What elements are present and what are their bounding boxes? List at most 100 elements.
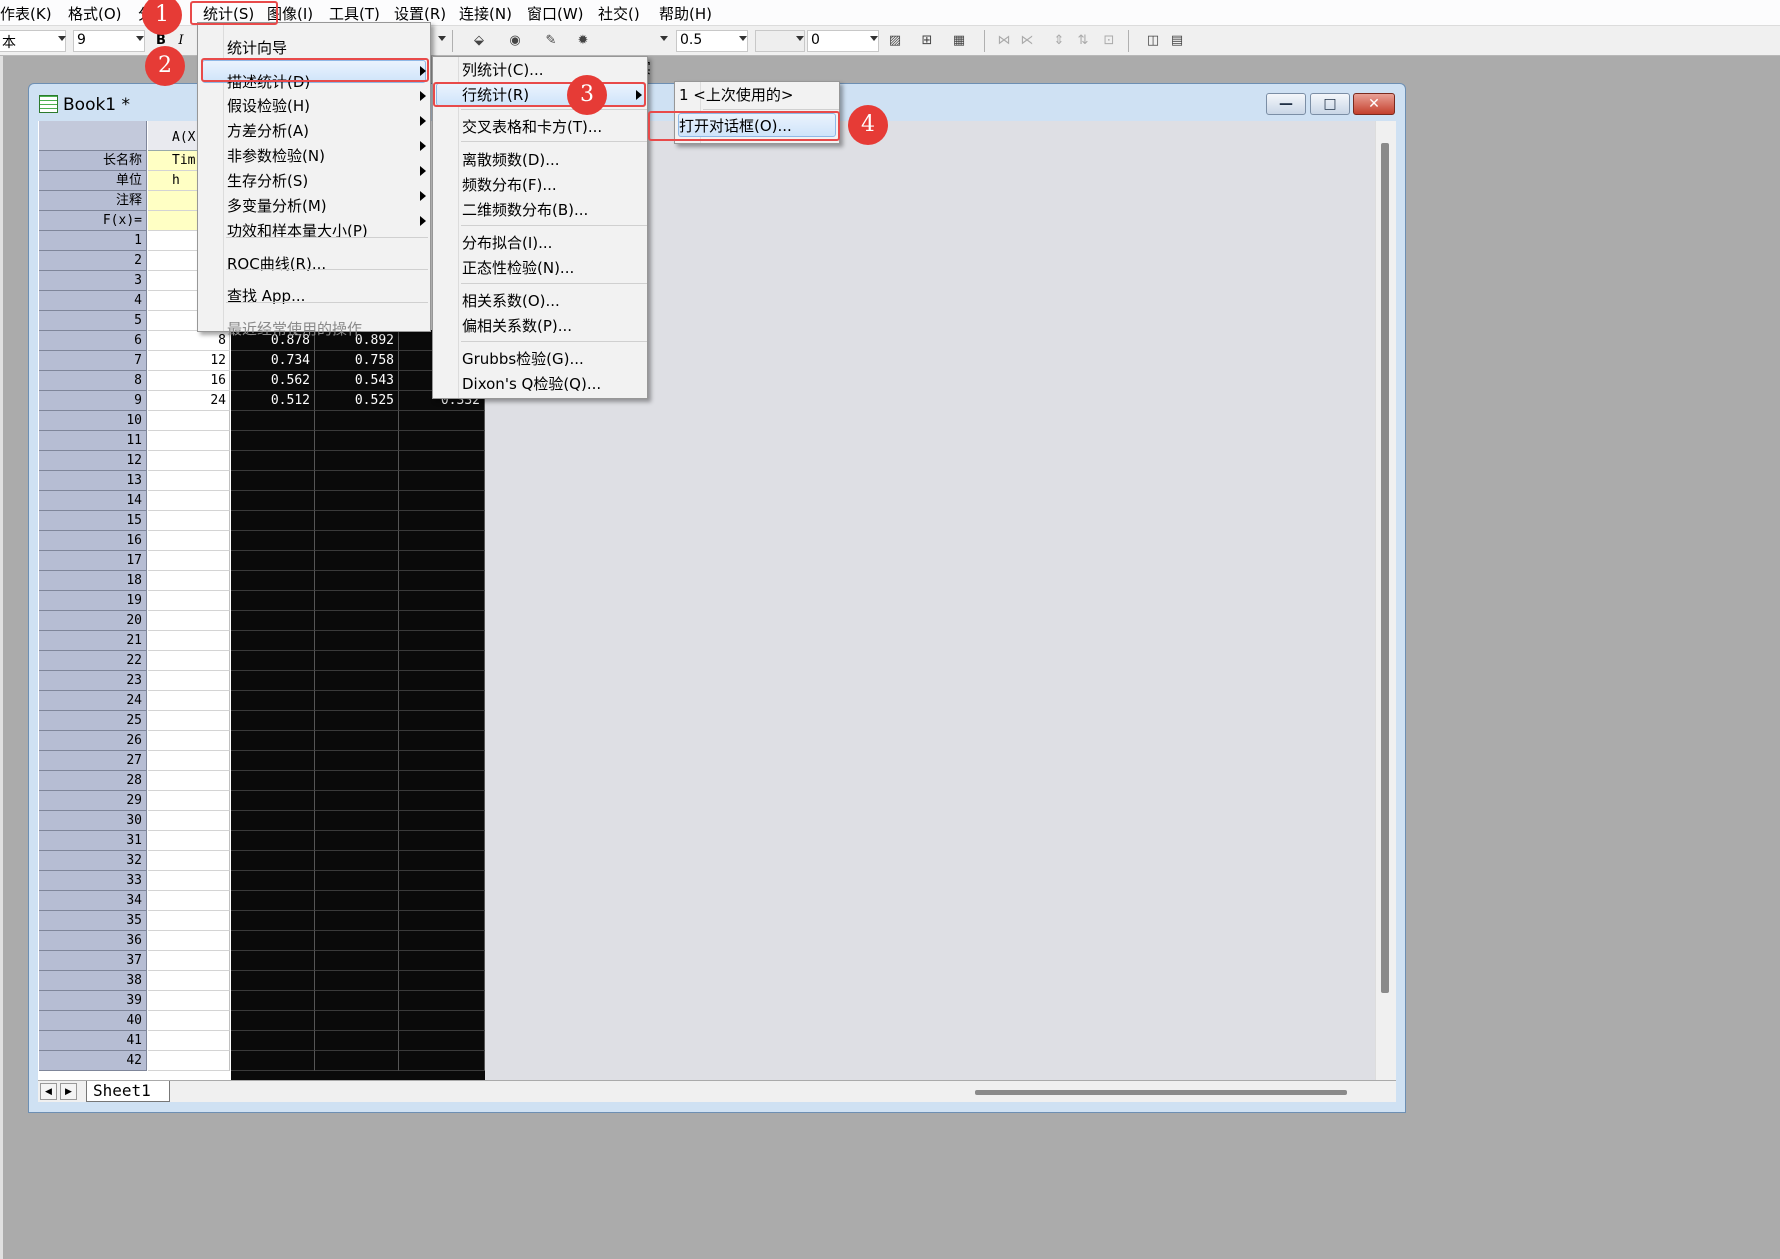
selected-cell[interactable] [399, 591, 485, 611]
selected-cell[interactable] [399, 531, 485, 551]
chevron-down-icon[interactable] [870, 36, 878, 41]
selected-cell[interactable] [399, 1051, 485, 1071]
selected-cell[interactable] [231, 671, 315, 691]
row-header[interactable]: 9 [39, 391, 147, 411]
selected-cell[interactable] [231, 551, 315, 571]
row-header[interactable]: 1 [39, 231, 147, 251]
row-header[interactable]: 22 [39, 651, 147, 671]
row-header[interactable]: 42 [39, 1051, 147, 1071]
meta-row-label[interactable]: 长名称 [39, 151, 147, 171]
selected-cell[interactable] [315, 451, 399, 471]
table-cell[interactable] [148, 991, 230, 1011]
meta-row-label[interactable]: 注释 [39, 191, 147, 211]
table-cell[interactable] [148, 451, 230, 471]
menu-item-stat-wizard[interactable]: 统计向导 [198, 37, 287, 59]
table-cell[interactable] [148, 811, 230, 831]
menu-item-dixon-q[interactable]: Dixon's Q检验(Q)... [433, 373, 601, 395]
menu-item-normality-test[interactable]: 正态性检验(N)... [433, 257, 574, 279]
table-icon[interactable]: ▦ [950, 32, 968, 50]
table-cell[interactable] [148, 1011, 230, 1031]
table-cell[interactable] [148, 971, 230, 991]
selected-cell[interactable] [399, 871, 485, 891]
menu-item-roc[interactable]: ROC曲线(R)... [198, 253, 326, 275]
selected-cell[interactable] [399, 951, 485, 971]
merge-icon[interactable]: ⋈ [995, 32, 1013, 50]
selected-cell[interactable] [231, 871, 315, 891]
vertical-scroll-thumb[interactable] [1381, 143, 1389, 993]
menu-item-discrete-freq[interactable]: 离散频数(D)... [433, 149, 560, 171]
selected-cell[interactable] [315, 1051, 399, 1071]
menu-tools[interactable]: 工具(T) [325, 3, 384, 24]
lock-icon[interactable]: ⊡ [1100, 32, 1118, 50]
table-cell[interactable]: 24 [148, 391, 230, 411]
chevron-down-icon[interactable] [796, 36, 804, 41]
menu-item-dist-fit[interactable]: 分布拟合(I)... [433, 232, 552, 254]
selected-cell[interactable] [315, 671, 399, 691]
chevron-down-icon[interactable] [739, 36, 747, 41]
selected-cell[interactable] [399, 971, 485, 991]
selected-cell[interactable] [399, 1031, 485, 1051]
row-header[interactable]: 12 [39, 451, 147, 471]
selected-cell[interactable] [231, 751, 315, 771]
selected-cell[interactable] [399, 491, 485, 511]
menu-settings[interactable]: 设置(R) [390, 3, 450, 24]
selected-cell[interactable] [231, 851, 315, 871]
table-cell[interactable] [148, 771, 230, 791]
row-header[interactable]: 11 [39, 431, 147, 451]
selected-cell[interactable] [231, 491, 315, 511]
selected-cell[interactable] [315, 531, 399, 551]
selected-cell[interactable]: 0.758 [315, 351, 399, 371]
selected-cell[interactable] [315, 911, 399, 931]
selected-cell[interactable]: 0.512 [231, 391, 315, 411]
menu-item-multivariate[interactable]: 多变量分析(M) [198, 195, 327, 217]
row-header[interactable]: 41 [39, 1031, 147, 1051]
selected-cell[interactable] [399, 731, 485, 751]
selected-cell[interactable] [315, 731, 399, 751]
selected-cell[interactable] [231, 511, 315, 531]
selected-cell[interactable] [399, 851, 485, 871]
menu-worksheet[interactable]: 作表(K) [0, 3, 56, 24]
selected-cell[interactable] [399, 411, 485, 431]
border-icon[interactable]: ⊞ [918, 32, 936, 50]
selected-cell[interactable] [399, 811, 485, 831]
row-header[interactable]: 25 [39, 711, 147, 731]
close-button[interactable]: ✕ [1353, 93, 1395, 115]
tab-next-button[interactable]: ▶ [60, 1083, 77, 1100]
selected-cell[interactable] [231, 411, 315, 431]
row-header[interactable]: 7 [39, 351, 147, 371]
selected-cell[interactable] [399, 711, 485, 731]
row-header[interactable]: 21 [39, 631, 147, 651]
selected-cell[interactable] [399, 691, 485, 711]
selected-cell[interactable] [315, 871, 399, 891]
selected-cell[interactable]: 0.562 [231, 371, 315, 391]
table-cell[interactable] [148, 731, 230, 751]
selected-cell[interactable] [315, 411, 399, 431]
table-cell[interactable] [148, 511, 230, 531]
selected-cell[interactable] [231, 831, 315, 851]
selected-cell[interactable] [231, 631, 315, 651]
selected-cell[interactable] [315, 471, 399, 491]
row-header[interactable]: 40 [39, 1011, 147, 1031]
selected-cell[interactable] [315, 591, 399, 611]
menu-item-column-stats[interactable]: 列统计(C)... [433, 59, 543, 81]
table-cell[interactable] [148, 671, 230, 691]
table-cell[interactable] [148, 951, 230, 971]
table-cell[interactable] [148, 891, 230, 911]
selected-cell[interactable] [315, 891, 399, 911]
selected-cell[interactable]: 0.525 [315, 391, 399, 411]
selected-cell[interactable] [231, 691, 315, 711]
table-cell[interactable] [148, 911, 230, 931]
selected-cell[interactable] [231, 891, 315, 911]
selected-cell[interactable] [315, 651, 399, 671]
selected-cell[interactable] [315, 831, 399, 851]
row-header[interactable]: 39 [39, 991, 147, 1011]
row-header[interactable]: 30 [39, 811, 147, 831]
selected-cell[interactable] [231, 911, 315, 931]
row-header[interactable]: 34 [39, 891, 147, 911]
menu-help[interactable]: 帮助(H) [655, 3, 716, 24]
selected-cell[interactable] [231, 471, 315, 491]
menu-item-partial-correlation[interactable]: 偏相关系数(P)... [433, 315, 572, 337]
selected-cell[interactable] [231, 971, 315, 991]
menu-item-nonparametric[interactable]: 非参数检验(N) [198, 145, 325, 167]
meta-row-label[interactable]: 单位 [39, 171, 147, 191]
